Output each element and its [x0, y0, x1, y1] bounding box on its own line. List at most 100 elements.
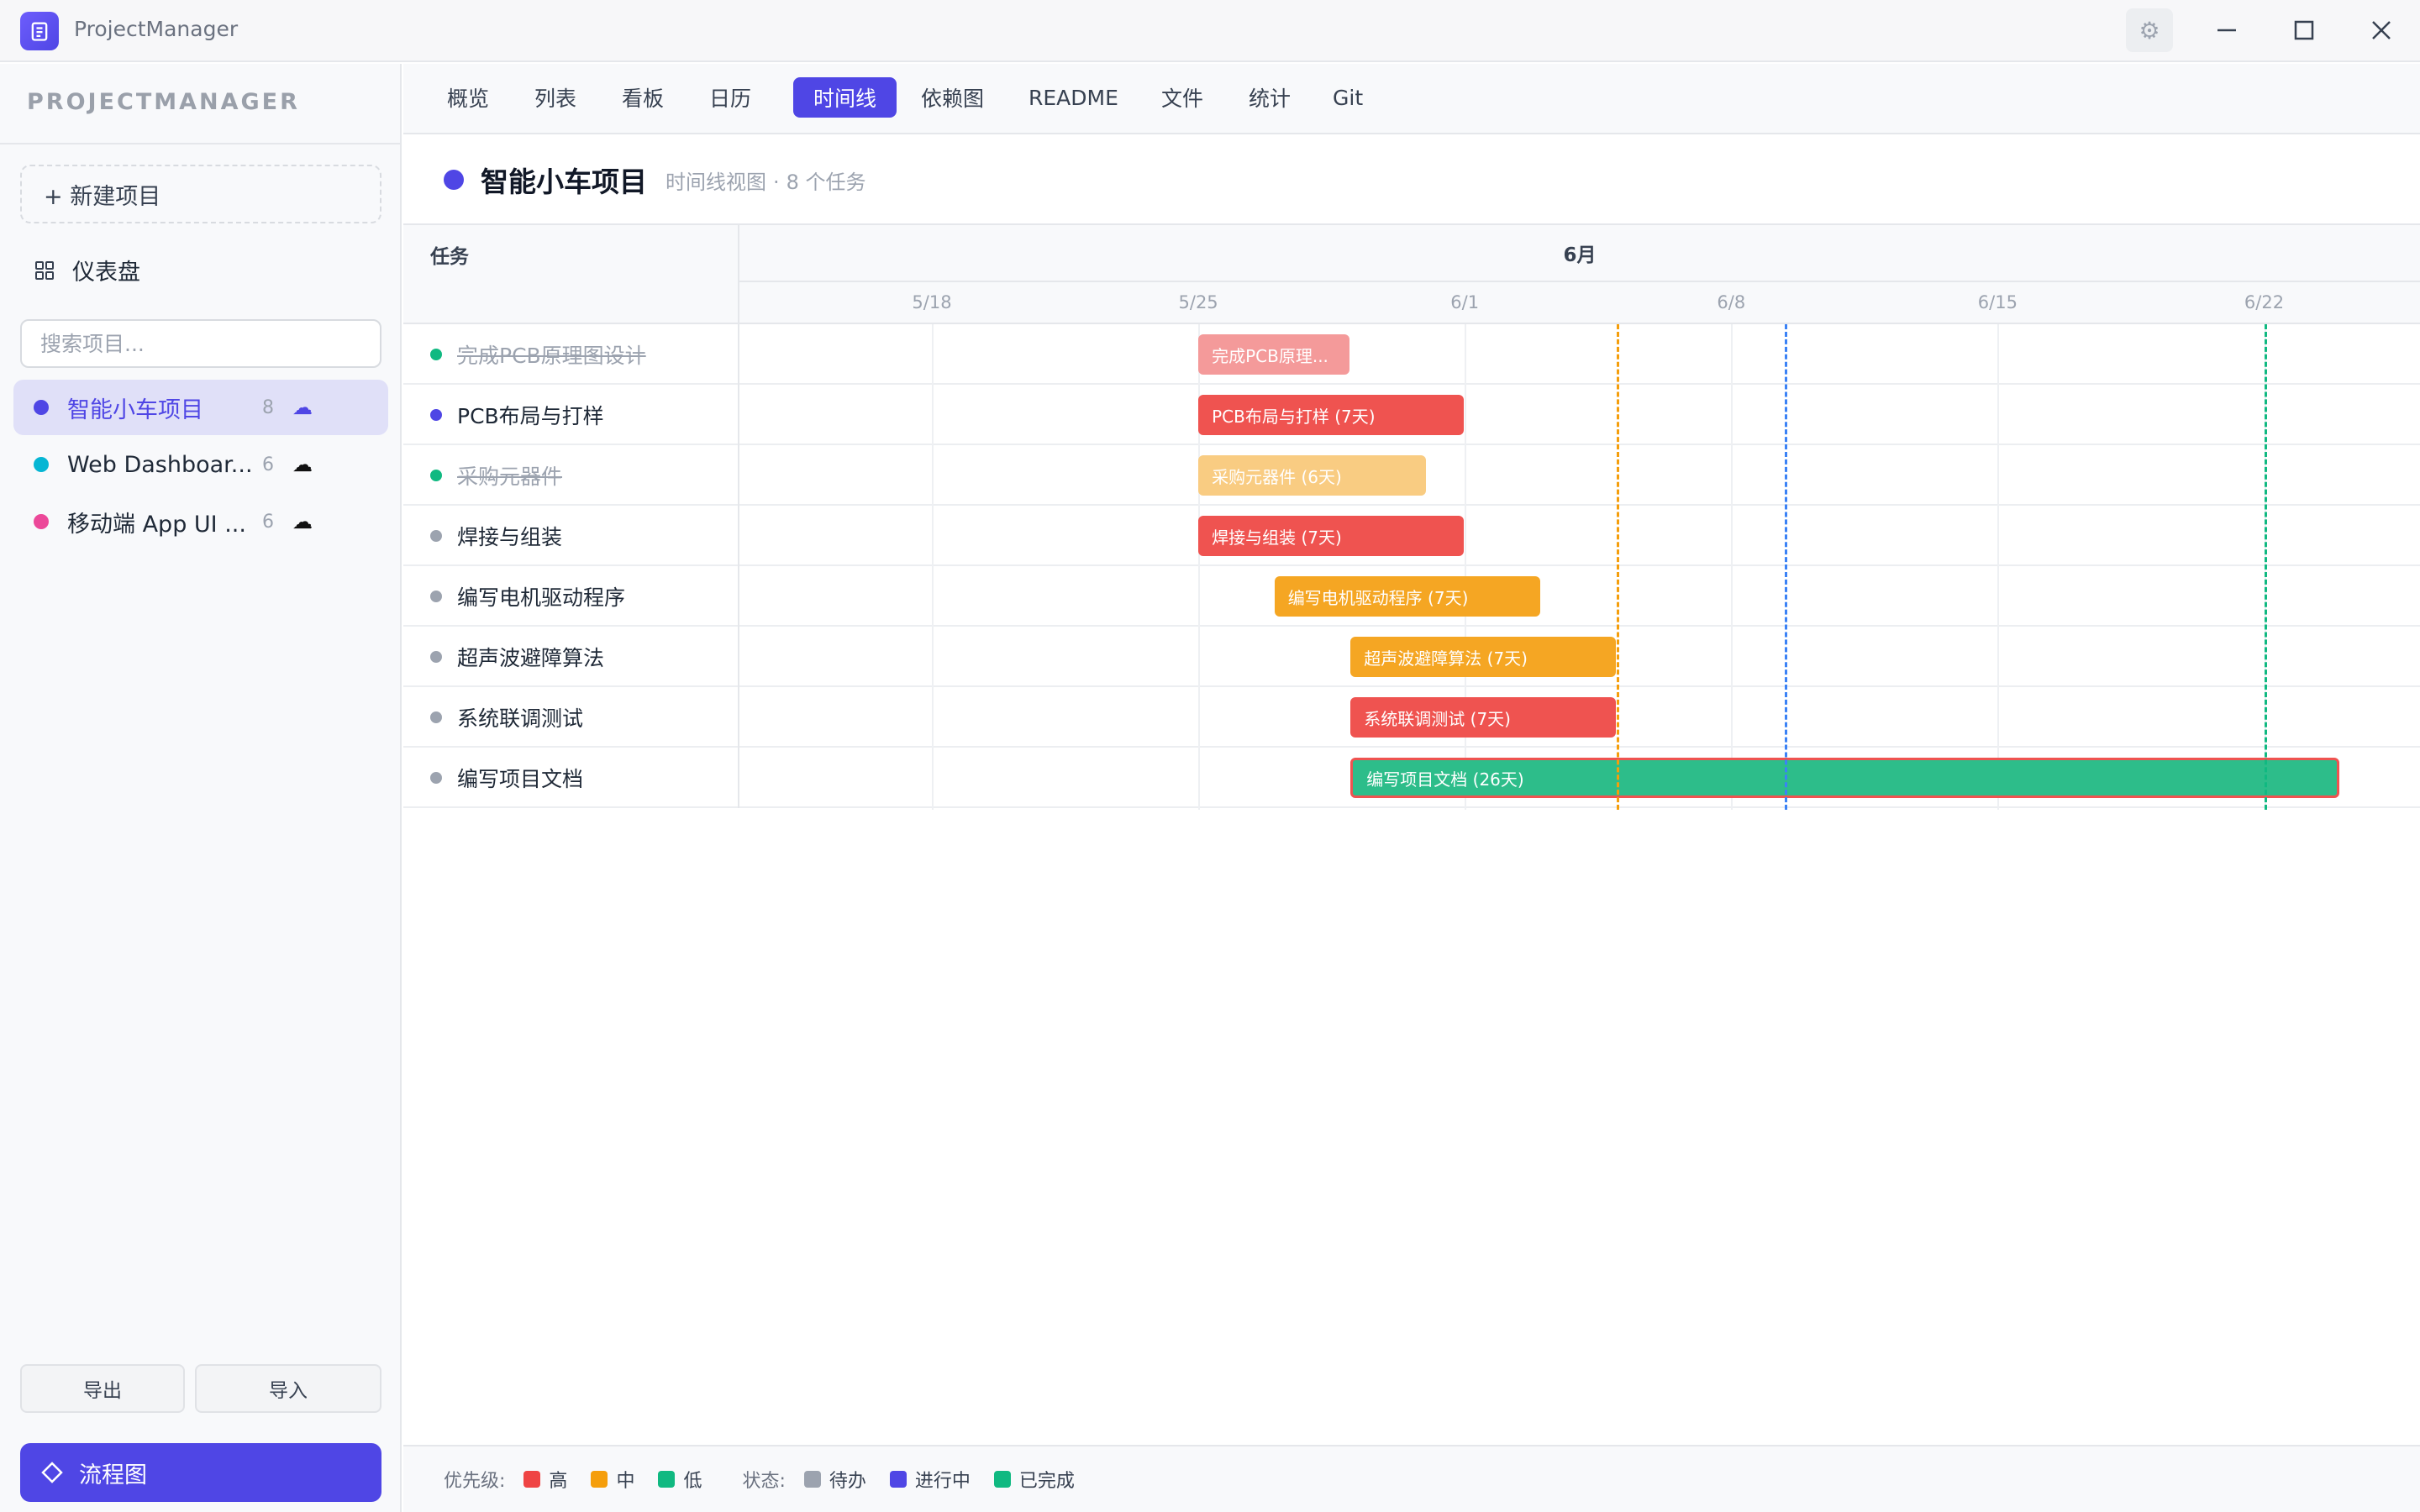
project-task-count: 6 — [262, 511, 274, 533]
grid-line — [932, 324, 934, 810]
tab-git[interactable]: Git — [1313, 77, 1383, 118]
project-color-dot — [34, 457, 49, 472]
window-title: ProjectManager — [74, 17, 239, 41]
priority-legend-label: 优先级: — [444, 1471, 506, 1492]
dashboard-label: 仪表盘 — [72, 260, 140, 286]
flowchart-label: 流程图 — [79, 1462, 147, 1488]
task-status-dot — [430, 591, 442, 602]
task-cell: PCB布局与打样 — [403, 385, 739, 445]
title-bar: ProjectManager ⚙ — [0, 0, 2420, 62]
sidebar-project-mobile-app[interactable]: 移动端 App UI ... 6 ☁ — [13, 494, 388, 549]
task-name: 超声波避障算法 — [457, 646, 605, 670]
task-cell: 超声波避障算法 — [403, 627, 739, 687]
cloud-icon: ☁ — [292, 510, 313, 533]
legend-in-progress: 进行中 — [889, 1466, 971, 1493]
task-bar[interactable]: 编写项目文档 (26天) — [1350, 758, 2340, 798]
brand-name: PROJECTMANAGER — [27, 89, 300, 115]
reference-line — [2264, 324, 2267, 810]
task-status-dot — [430, 711, 442, 723]
task-cell: 系统联调测试 — [403, 687, 739, 748]
tab-dependency[interactable]: 依赖图 — [901, 77, 1004, 118]
task-column-header: 任务 — [403, 225, 739, 324]
day-tick-label: 5/25 — [1178, 292, 1218, 312]
flowchart-button[interactable]: 流程图 — [20, 1443, 381, 1502]
task-bar[interactable]: 超声波避障算法 (7天) — [1350, 637, 1617, 677]
divider — [0, 143, 400, 144]
task-bar[interactable]: 采购元器件 (6天) — [1198, 455, 1426, 496]
cloud-icon: ☁ — [292, 453, 313, 476]
task-bar[interactable]: 焊接与组装 (7天) — [1198, 516, 1465, 556]
sidebar-project-smart-car[interactable]: 智能小车项目 8 ☁ — [13, 380, 388, 435]
grid-line — [1731, 324, 1733, 810]
project-name: Web Dashboar... — [67, 451, 250, 478]
task-name: PCB布局与打样 — [457, 404, 604, 428]
grid-line — [1997, 324, 2000, 810]
task-name: 采购元器件 — [457, 465, 563, 489]
task-status-dot — [430, 772, 442, 784]
month-header: 6月 — [739, 225, 2420, 282]
page-subtitle: 时间线视图 · 8 个任务 — [666, 170, 866, 194]
task-cell: 焊接与组装 — [403, 506, 739, 566]
project-color-dot — [34, 514, 49, 529]
task-column-label: 任务 — [430, 246, 469, 268]
app-logo-icon — [20, 12, 59, 50]
tab-overview[interactable]: 概览 — [427, 77, 509, 118]
status-legend-label: 状态: — [742, 1471, 786, 1492]
project-task-count: 8 — [262, 396, 274, 418]
diamond-icon — [41, 1462, 63, 1483]
legend-medium: 中 — [591, 1466, 634, 1493]
task-name: 完成PCB原理图设计 — [457, 344, 646, 368]
day-tick-label: 6/1 — [1450, 292, 1480, 312]
reference-line — [1617, 324, 1620, 810]
task-status-dot — [430, 349, 442, 360]
tab-list[interactable]: 列表 — [514, 77, 597, 118]
day-tick-label: 6/8 — [1717, 292, 1746, 312]
close-icon[interactable] — [2358, 8, 2405, 52]
gantt-row[interactable]: 完成PCB原理图设计 — [403, 324, 2420, 385]
new-project-button[interactable]: + 新建项目 — [20, 165, 381, 223]
task-name: 编写电机驱动程序 — [457, 585, 626, 610]
view-name: 时间线视图 — [666, 170, 766, 194]
task-bar[interactable]: 完成PCB原理... — [1198, 334, 1350, 375]
tab-files[interactable]: 文件 — [1141, 77, 1223, 118]
day-tick-label: 6/15 — [1977, 292, 2018, 312]
legend-done: 已完成 — [993, 1466, 1075, 1493]
task-status-dot — [430, 651, 442, 663]
minimize-icon[interactable] — [2203, 8, 2250, 52]
gantt-chart: 任务 6月 5/18 5/25 6/1 6/8 6/15 6/22 完成PCB原理图设计 P… — [403, 223, 2420, 810]
task-bar[interactable]: PCB布局与打样 (7天) — [1198, 395, 1465, 435]
import-button[interactable]: 导入 — [195, 1364, 381, 1413]
tab-kanban[interactable]: 看板 — [602, 77, 684, 118]
task-name: 系统联调测试 — [457, 706, 584, 731]
legend-low: 低 — [658, 1466, 702, 1493]
task-cell: 完成PCB原理图设计 — [403, 324, 739, 385]
day-tick-label: 6/22 — [2244, 292, 2285, 312]
task-status-dot — [430, 530, 442, 542]
day-tick-label: 5/18 — [912, 292, 952, 312]
task-cell: 编写项目文档 — [403, 748, 739, 808]
tab-calendar[interactable]: 日历 — [689, 77, 771, 118]
task-name: 编写项目文档 — [457, 767, 584, 791]
project-name: 移动端 App UI ... — [67, 511, 246, 538]
legend: 优先级: 高 中 低 状态: 待办 进行中 已完成 — [403, 1445, 2420, 1512]
project-color-dot — [34, 400, 49, 415]
export-button[interactable]: 导出 — [20, 1364, 185, 1413]
search-input[interactable] — [20, 319, 381, 368]
tab-readme[interactable]: README — [1008, 77, 1139, 118]
cloud-icon: ☁ — [292, 396, 313, 419]
sidebar-project-web-dashboard[interactable]: Web Dashboar... 6 ☁ — [13, 437, 388, 492]
task-name: 焊接与组装 — [457, 525, 563, 549]
dashboard-link[interactable]: 仪表盘 — [34, 254, 140, 286]
task-bar[interactable]: 编写电机驱动程序 (7天) — [1274, 576, 1540, 617]
task-status-dot — [430, 470, 442, 481]
tab-stats[interactable]: 统计 — [1228, 77, 1311, 118]
day-axis: 5/18 5/25 6/1 6/8 6/15 6/22 — [739, 282, 2420, 324]
task-bar[interactable]: 系统联调测试 (7天) — [1350, 697, 1617, 738]
maximize-icon[interactable] — [2281, 8, 2328, 52]
task-status-dot — [430, 409, 442, 421]
task-cell: 采购元器件 — [403, 445, 739, 506]
settings-gear-icon[interactable]: ⚙ — [2126, 8, 2173, 52]
tab-timeline[interactable]: 时间线 — [793, 77, 897, 118]
task-count: 8 个任务 — [786, 170, 866, 194]
project-name: 智能小车项目 — [67, 396, 203, 423]
